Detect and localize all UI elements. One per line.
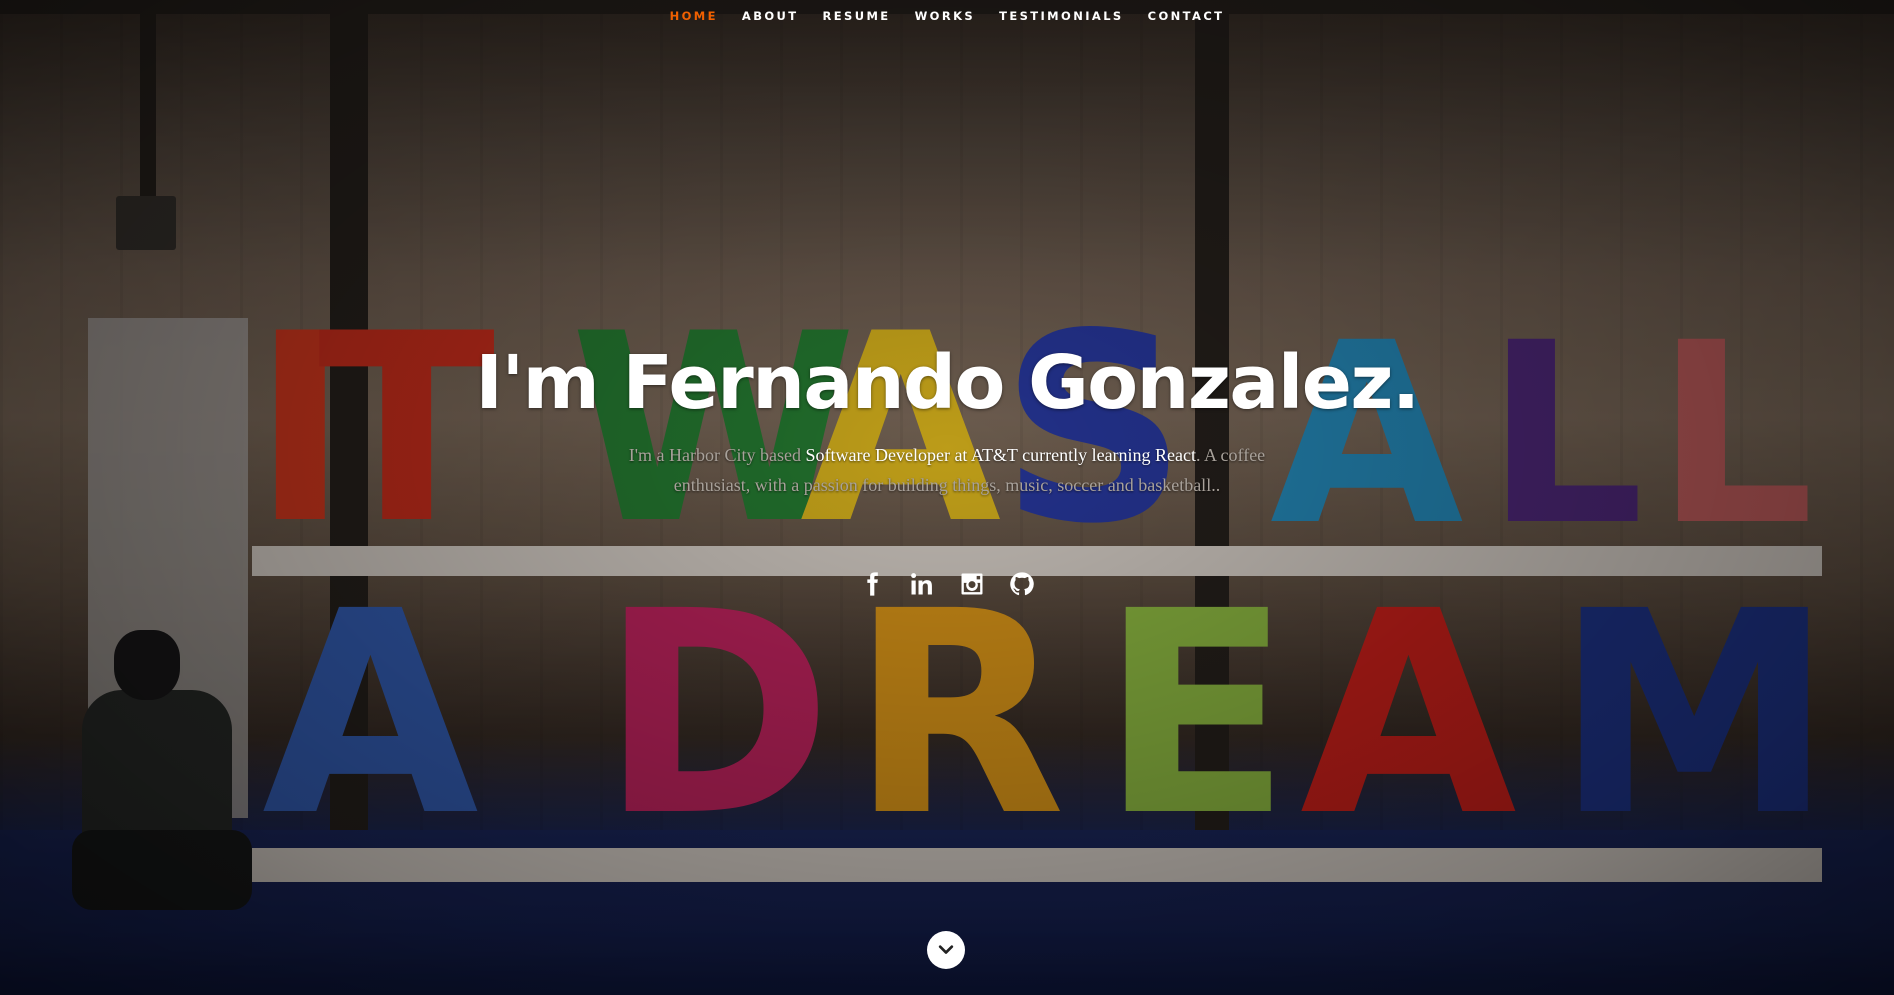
intro-highlight-role: Software Developer at AT&T currently lea… [805, 445, 1197, 465]
linkedin-icon[interactable] [908, 570, 936, 598]
nav-testimonials[interactable]: TESTIMONIALS [987, 1, 1136, 31]
facebook-icon[interactable] [858, 570, 886, 598]
social-links [0, 570, 1894, 598]
nav-about[interactable]: ABOUT [730, 1, 811, 31]
nav-contact[interactable]: CONTACT [1136, 1, 1237, 31]
nav-works[interactable]: WORKS [903, 1, 988, 31]
nav-home[interactable]: HOME [658, 1, 730, 31]
github-icon[interactable] [1008, 570, 1036, 598]
main-nav: HOME ABOUT RESUME WORKS TESTIMONIALS CON… [0, 0, 1894, 32]
intro-part-1: I'm a Harbor City based [628, 445, 806, 465]
headline: I'm Fernando Gonzalez. [475, 340, 1420, 426]
nav-list: HOME ABOUT RESUME WORKS TESTIMONIALS CON… [658, 1, 1237, 31]
instagram-icon[interactable] [958, 570, 986, 598]
scroll-down-button[interactable] [927, 931, 965, 969]
nav-resume[interactable]: RESUME [811, 1, 903, 31]
intro-text: I'm a Harbor City based Software Develop… [627, 440, 1267, 500]
banner: I'm Fernando Gonzalez. I'm a Harbor City… [0, 340, 1894, 500]
chevron-down-icon [938, 945, 954, 954]
